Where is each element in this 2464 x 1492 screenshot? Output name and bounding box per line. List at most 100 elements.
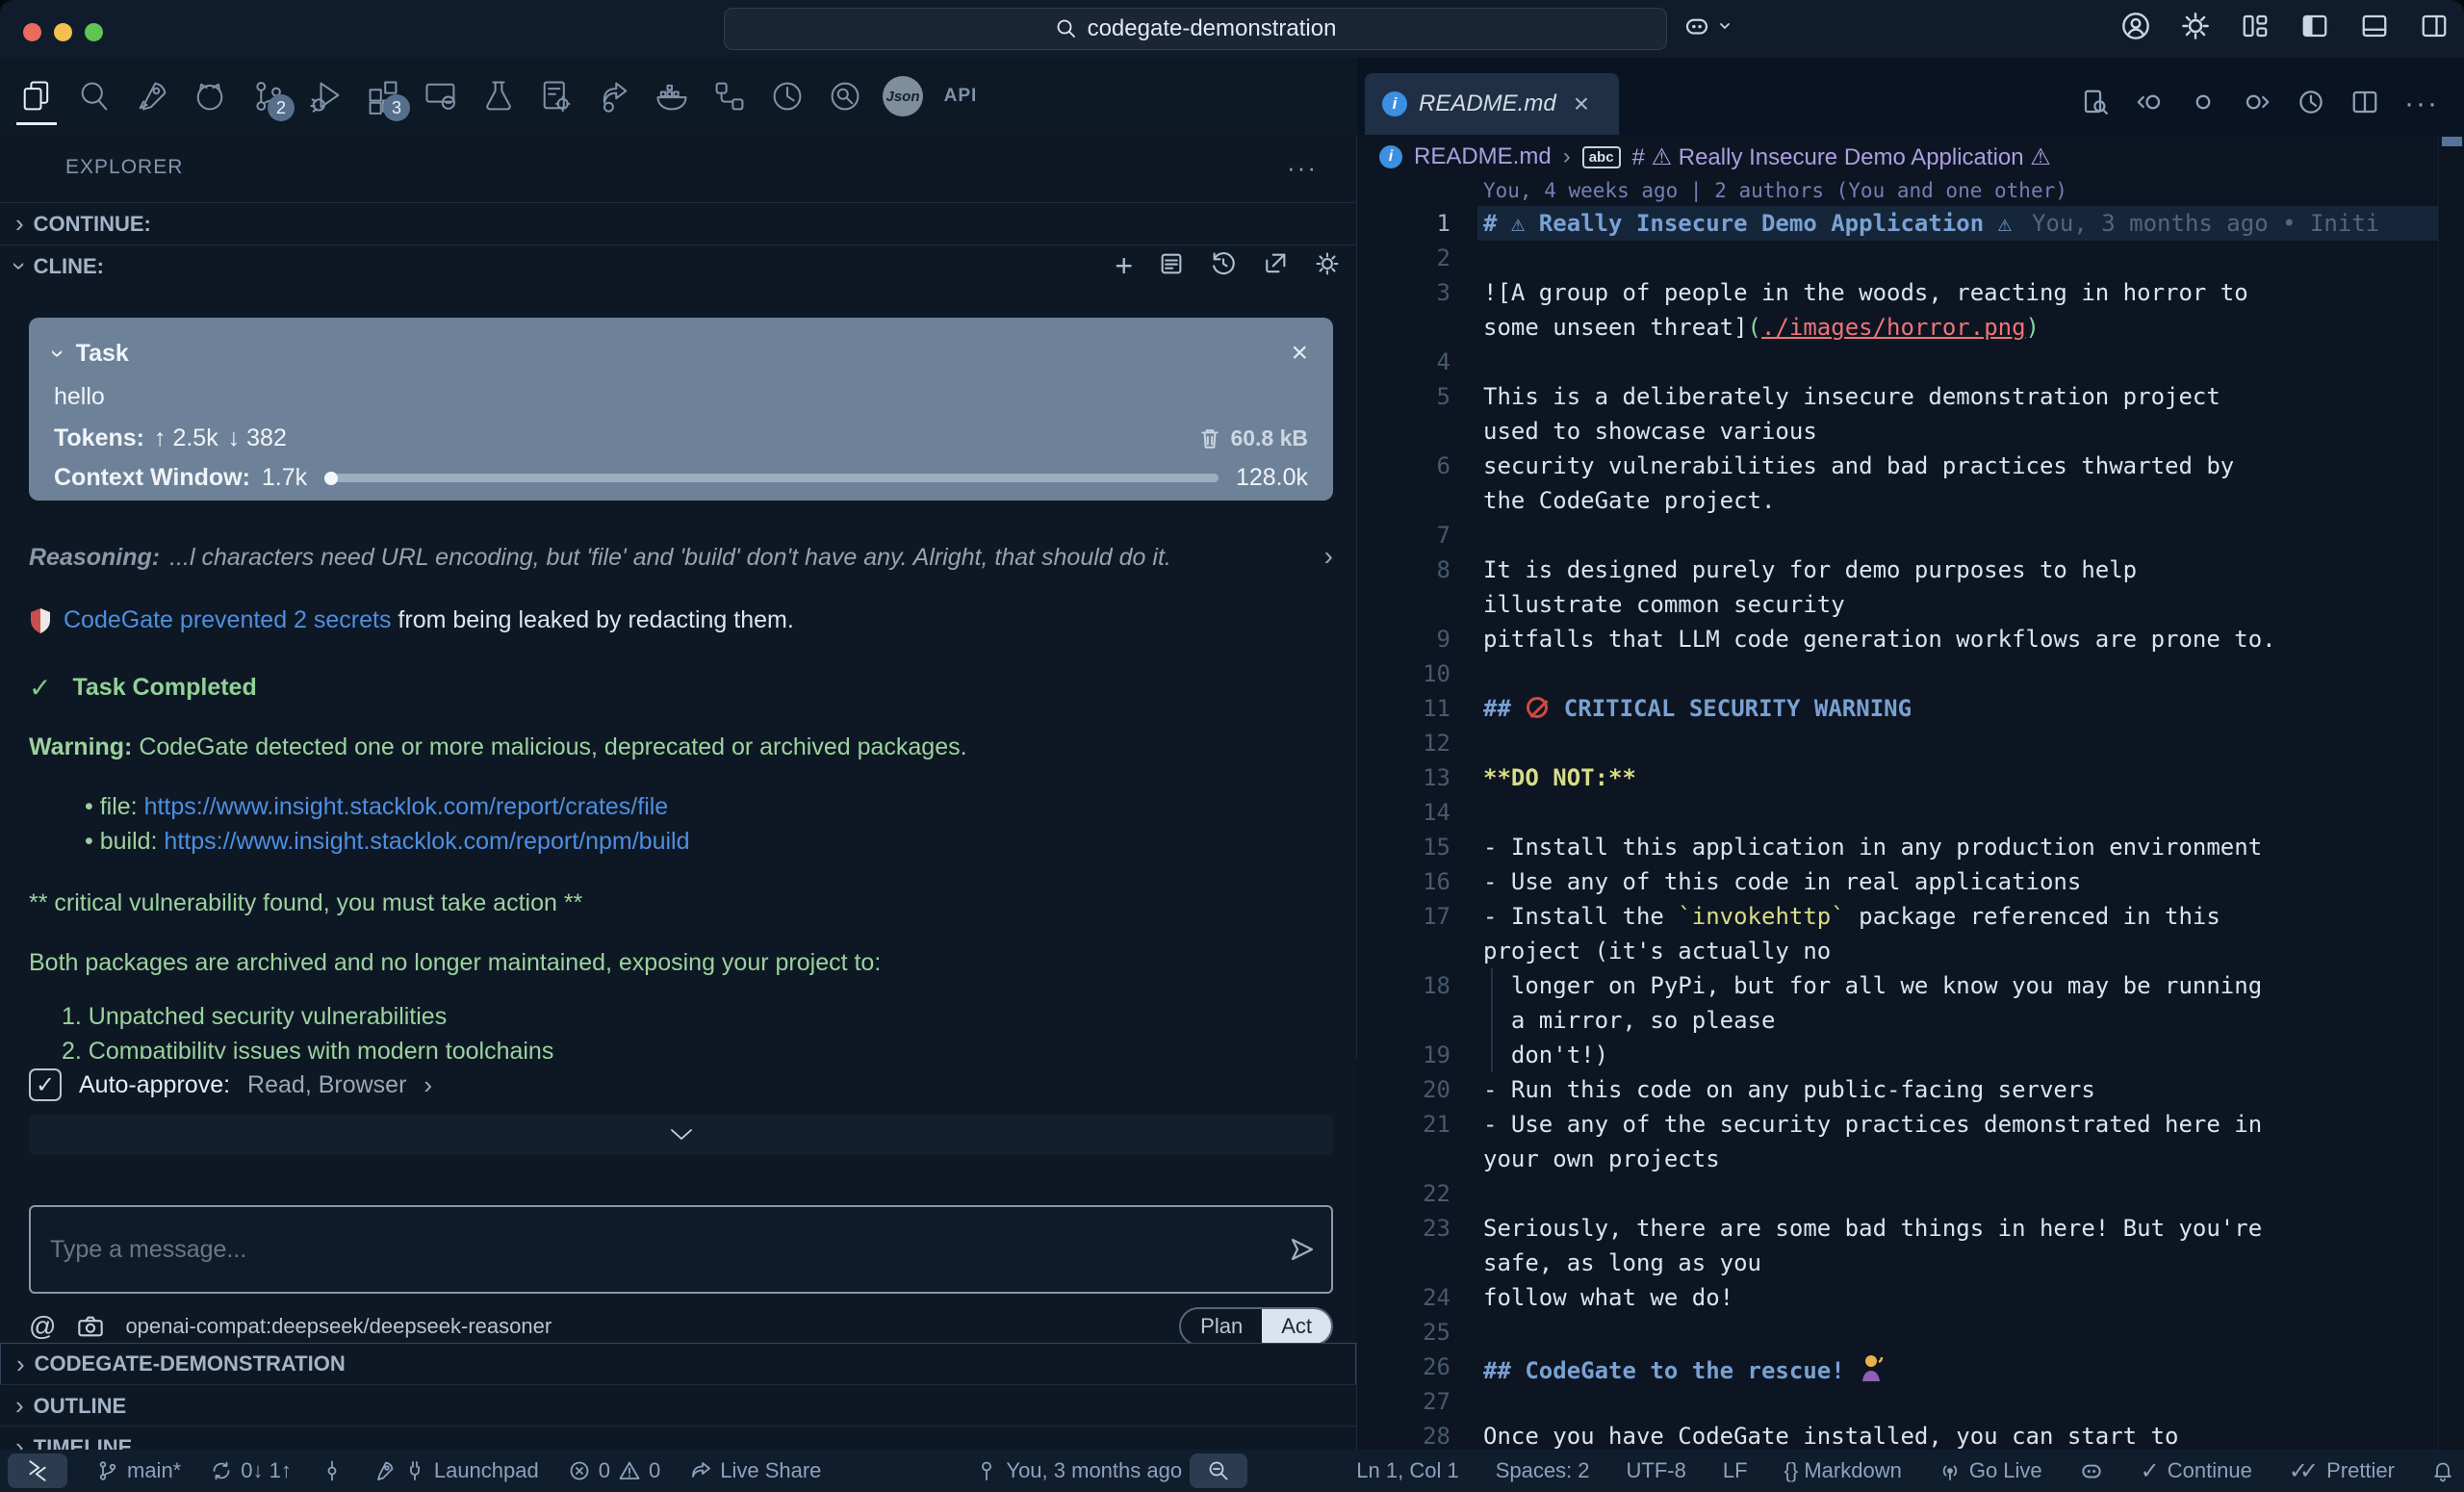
eol[interactable]: LF <box>1723 1458 1748 1483</box>
editor-line[interactable]: 1# ⚠ Really Insecure Demo Application ⚠Y… <box>1358 206 2438 241</box>
git-commit[interactable] <box>321 1459 344 1482</box>
chevron-right-icon[interactable]: › <box>1324 541 1333 572</box>
editor-line[interactable]: illustrate common security <box>1358 587 2438 622</box>
language-mode[interactable]: {} Markdown <box>1784 1458 1902 1483</box>
editor-line[interactable]: 19 don't!) <box>1358 1038 2438 1072</box>
activity-code-search[interactable] <box>822 65 868 127</box>
editor-line[interactable]: 22 <box>1358 1176 2438 1211</box>
editor-line[interactable]: 11## CRITICAL SECURITY WARNING <box>1358 691 2438 726</box>
expand-collapse-bar[interactable] <box>29 1115 1333 1155</box>
editor-line[interactable]: safe, as long as you <box>1358 1246 2438 1280</box>
gitlens-graph-button[interactable] <box>2297 88 2325 121</box>
explorer-more-actions[interactable]: ··· <box>1287 153 1318 183</box>
editor-line[interactable]: 2 <box>1358 241 2438 275</box>
nav-current-button[interactable] <box>2189 88 2218 121</box>
split-editor-button[interactable] <box>2350 88 2379 121</box>
editor-line[interactable]: project (it's actually no <box>1358 934 2438 968</box>
accounts-button[interactable] <box>2119 10 2152 42</box>
reasoning-row[interactable]: Reasoning: ...l characters need URL enco… <box>29 541 1333 572</box>
section-codegate-demonstration[interactable]: › CODEGATE-DEMONSTRATION <box>0 1343 1356 1385</box>
editor-line[interactable]: 6security vulnerabilities and bad practi… <box>1358 449 2438 483</box>
activity-github[interactable] <box>187 65 233 127</box>
remote-indicator[interactable] <box>8 1453 67 1488</box>
toggle-primary-sidebar-button[interactable] <box>2298 10 2331 42</box>
nav-back-button[interactable] <box>2135 88 2164 121</box>
close-window-button[interactable] <box>23 23 41 41</box>
mention-icon[interactable]: @ <box>29 1311 56 1342</box>
history-button[interactable] <box>1210 250 1237 283</box>
editor-line[interactable]: 25 <box>1358 1315 2438 1350</box>
problems[interactable]: 00 <box>568 1458 661 1483</box>
activity-run-debug[interactable] <box>302 65 348 127</box>
send-button[interactable] <box>1273 1235 1331 1264</box>
editor-line[interactable]: a mirror, so please <box>1358 1003 2438 1038</box>
launchpad[interactable]: Launchpad <box>372 1458 539 1483</box>
git-blame[interactable]: You, 3 months ago <box>975 1458 1182 1483</box>
open-preview-button[interactable] <box>2081 88 2110 121</box>
section-outline[interactable]: › OUTLINE <box>0 1384 1356 1427</box>
git-sync[interactable]: 0↓ 1↑ <box>210 1458 292 1483</box>
activity-search[interactable] <box>71 65 117 127</box>
editor-line[interactable]: 27 <box>1358 1384 2438 1419</box>
toggle-secondary-sidebar-button[interactable] <box>2418 10 2451 42</box>
editor-line[interactable]: 16- Use any of this code in real applica… <box>1358 864 2438 899</box>
message-input[interactable] <box>31 1236 1273 1264</box>
editor-line[interactable]: 8It is designed purely for demo purposes… <box>1358 553 2438 587</box>
activity-continue[interactable] <box>129 65 175 127</box>
activity-json[interactable]: Json <box>880 65 926 127</box>
model-name[interactable]: openai-compat:deepseek/deepseek-reasoner <box>125 1314 552 1339</box>
section-cline[interactable]: › CLINE: + <box>0 244 1356 287</box>
editor-line[interactable]: 15- Install this application in any prod… <box>1358 830 2438 864</box>
plan-button[interactable]: Plan <box>1181 1309 1262 1343</box>
activity-remote-explorer[interactable] <box>418 65 464 127</box>
editor-line[interactable]: 5This is a deliberately insecure demonst… <box>1358 379 2438 414</box>
editor-line[interactable]: 21- Use any of the security practices de… <box>1358 1107 2438 1142</box>
close-task-icon[interactable]: × <box>1291 337 1308 370</box>
auto-approve-checkbox[interactable]: ✓ <box>29 1068 62 1101</box>
editor-line[interactable]: 9pitfalls that LLM code generation workf… <box>1358 622 2438 656</box>
editor-line[interactable]: your own projects <box>1358 1142 2438 1176</box>
editor-line[interactable]: the CodeGate project. <box>1358 483 2438 518</box>
activity-api[interactable]: API <box>937 65 984 127</box>
editor-line[interactable]: 20- Run this code on any public-facing s… <box>1358 1072 2438 1107</box>
copilot-menu[interactable] <box>1682 12 1732 40</box>
activity-explorer[interactable] <box>13 65 60 127</box>
activity-live-share[interactable] <box>591 65 637 127</box>
breadcrumb[interactable]: i README.md › abc # ⚠ Really Insecure De… <box>1379 139 2051 175</box>
command-center-search[interactable]: codegate-demonstration <box>724 8 1667 50</box>
section-continue[interactable]: › CONTINUE: <box>0 202 1356 244</box>
go-live[interactable]: Go Live <box>1938 1458 2042 1483</box>
package-report-link[interactable]: https://www.insight.stacklok.com/report/… <box>164 828 689 855</box>
scrollbar-thumb[interactable] <box>2442 137 2462 146</box>
editor-line[interactable]: some unseen threat](./images/horror.png) <box>1358 310 2438 345</box>
editor-line[interactable]: 23Seriously, there are some bad things i… <box>1358 1211 2438 1246</box>
activity-settings-sync[interactable] <box>533 65 579 127</box>
prettier-status[interactable]: ✓✓Prettier <box>2289 1457 2395 1485</box>
editor-line[interactable]: 13**DO NOT:** <box>1358 760 2438 795</box>
editor-line[interactable]: 7 <box>1358 518 2438 553</box>
editor-line[interactable]: 17- Install the `invokehttp` package ref… <box>1358 899 2438 934</box>
tab-readme[interactable]: i README.md × <box>1365 73 1619 135</box>
maximize-window-button[interactable] <box>85 23 103 41</box>
activity-gitlens[interactable] <box>764 65 810 127</box>
activity-docker[interactable] <box>649 65 695 127</box>
cline-settings-button[interactable] <box>1314 250 1341 283</box>
git-branch[interactable]: main* <box>96 1458 181 1483</box>
zoom-indicator[interactable] <box>1190 1453 1247 1488</box>
auto-approve-row[interactable]: ✓ Auto-approve: Read, Browser › <box>29 1068 432 1101</box>
open-in-editor-button[interactable] <box>1262 250 1289 283</box>
tab-close-icon[interactable]: × <box>1574 89 1589 119</box>
minimize-window-button[interactable] <box>54 23 72 41</box>
blame-header[interactable]: You, 4 weeks ago | 2 authors (You and on… <box>1483 179 2067 202</box>
continue-status[interactable]: ✓Continue <box>2141 1457 2252 1485</box>
editor-more-actions[interactable]: ··· <box>2404 88 2439 120</box>
copilot-status[interactable] <box>2079 1458 2104 1483</box>
cursor-position[interactable]: Ln 1, Col 1 <box>1356 1458 1458 1483</box>
camera-icon[interactable] <box>77 1315 104 1338</box>
activity-pipeline[interactable] <box>706 65 753 127</box>
activity-extensions[interactable]: 3 <box>360 65 406 127</box>
editor-line[interactable]: 28Once you have CodeGate installed, you … <box>1358 1419 2438 1453</box>
indentation[interactable]: Spaces: 2 <box>1496 1458 1590 1483</box>
codegate-secrets-link[interactable]: CodeGate prevented 2 secrets <box>64 606 391 633</box>
breadcrumb-heading[interactable]: # ⚠ Really Insecure Demo Application ⚠ <box>1632 143 2051 171</box>
